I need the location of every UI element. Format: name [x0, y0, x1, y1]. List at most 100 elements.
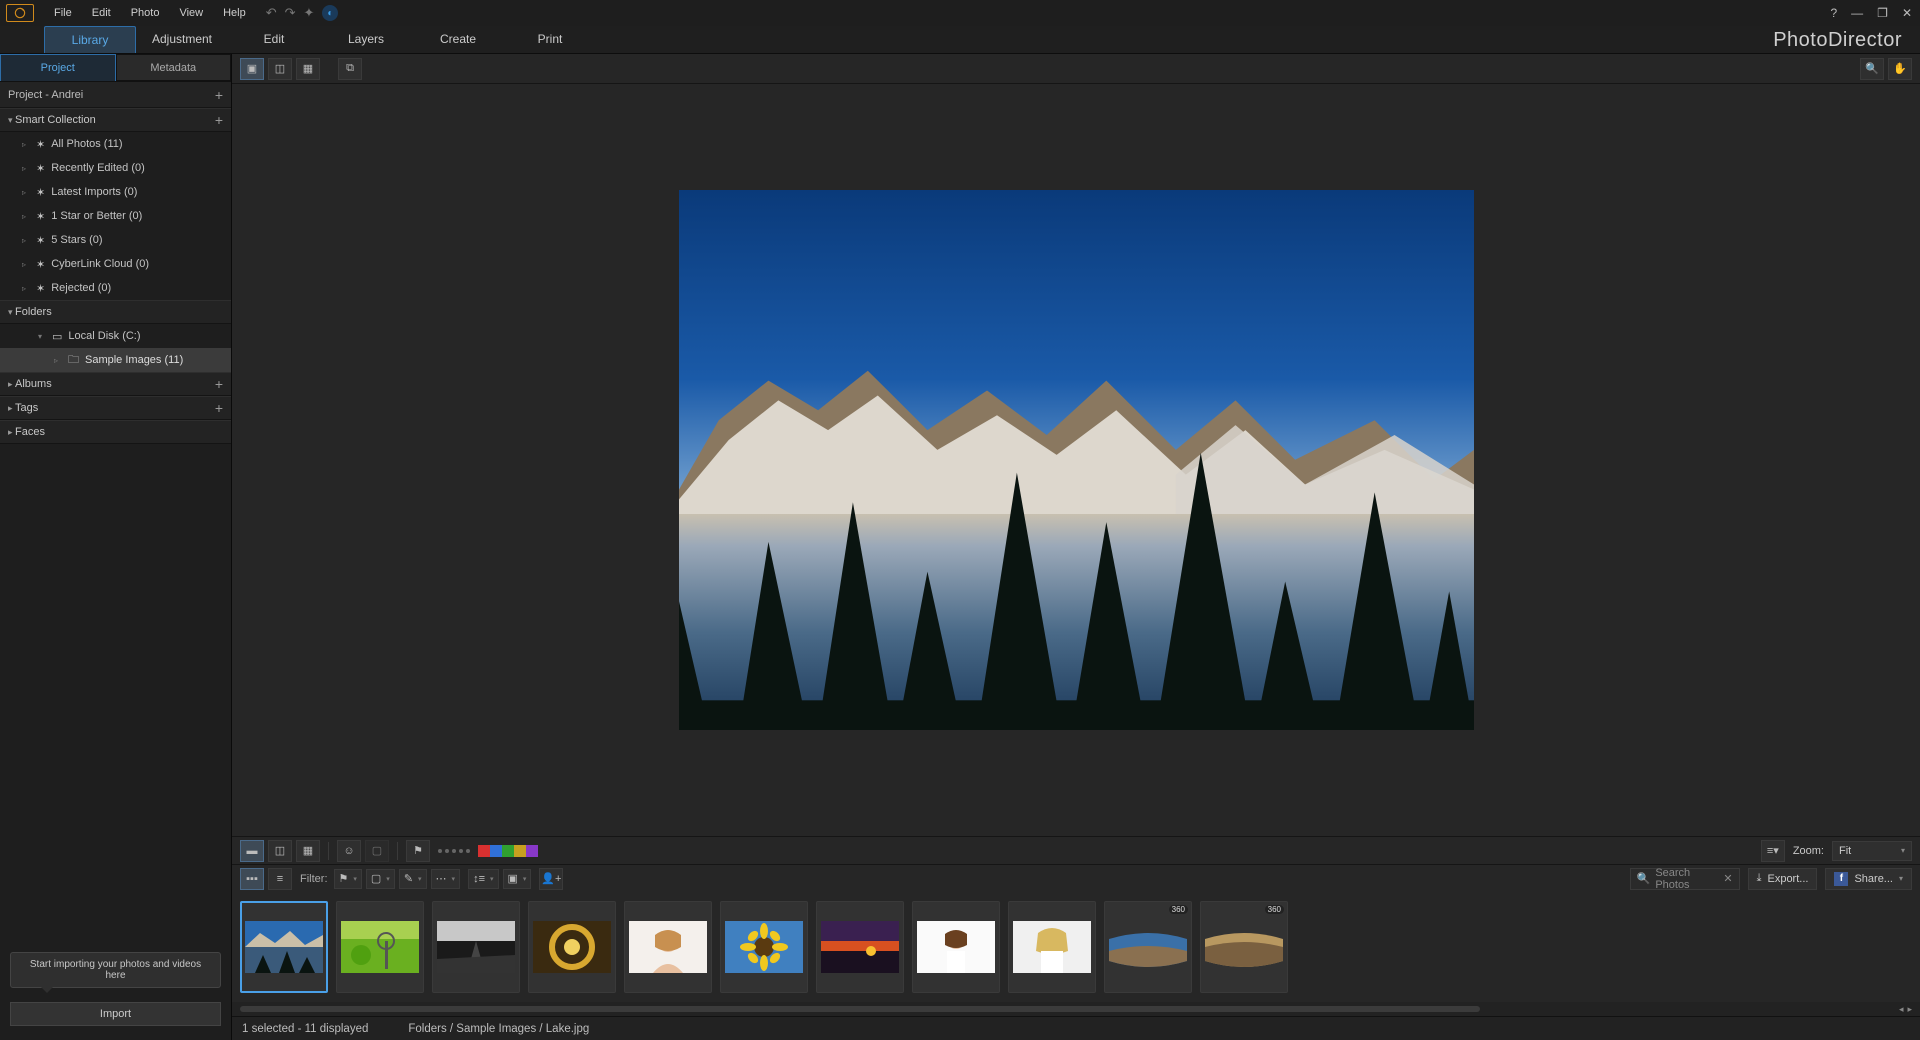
- tab-edit[interactable]: Edit: [228, 26, 320, 53]
- color-labels[interactable]: [478, 845, 538, 857]
- section-folders[interactable]: Folders: [0, 300, 231, 324]
- thumbnail[interactable]: [720, 901, 808, 993]
- crop-icon[interactable]: ▢: [365, 840, 389, 862]
- color-swatch[interactable]: [514, 845, 526, 857]
- thumb-small-icon[interactable]: ▪▪▪: [240, 868, 264, 890]
- menu-edit[interactable]: Edit: [82, 0, 121, 26]
- section-smart-collection[interactable]: Smart Collection +: [0, 108, 231, 132]
- filter-label-dd[interactable]: ▢: [366, 869, 395, 889]
- search-tool-icon[interactable]: 🔍: [1860, 58, 1884, 80]
- menu-file[interactable]: File: [44, 0, 82, 26]
- subtab-metadata[interactable]: Metadata: [116, 54, 232, 81]
- filter-flag[interactable]: ⚑: [334, 869, 362, 889]
- thumbnail[interactable]: [1008, 901, 1096, 993]
- smart-item[interactable]: ▹✶1 Star or Better (0): [0, 204, 231, 228]
- color-swatch[interactable]: [478, 845, 490, 857]
- settings-icon[interactable]: ✦: [304, 5, 315, 21]
- section-faces[interactable]: Faces: [0, 420, 231, 444]
- search-icon: 🔍: [1637, 872, 1651, 885]
- app-logo: [6, 4, 34, 22]
- help-icon[interactable]: ?: [1830, 6, 1837, 20]
- redo-icon[interactable]: ↷: [285, 5, 296, 21]
- add-smart-icon[interactable]: +: [215, 113, 223, 127]
- close-icon[interactable]: ✕: [1902, 6, 1912, 20]
- export-button[interactable]: ⤓Export...: [1748, 868, 1818, 890]
- smart-item[interactable]: ▹✶5 Stars (0): [0, 228, 231, 252]
- maximize-icon[interactable]: ❐: [1877, 6, 1888, 20]
- collection-icon: ✶: [36, 258, 45, 271]
- smart-item[interactable]: ▹✶Recently Edited (0): [0, 156, 231, 180]
- pano-badge: 360: [1169, 905, 1188, 914]
- view-single-icon[interactable]: ▣: [240, 58, 264, 80]
- thumbnail[interactable]: [336, 901, 424, 993]
- filter-edited[interactable]: ✎: [399, 869, 427, 889]
- add-person-icon[interactable]: 👤+: [539, 868, 563, 890]
- layout-3-icon[interactable]: ▦: [296, 840, 320, 862]
- folder-sample-images[interactable]: ▹🗀 Sample Images (11): [0, 348, 231, 372]
- section-tags[interactable]: Tags +: [0, 396, 231, 420]
- thumbnail[interactable]: [912, 901, 1000, 993]
- thumbnail[interactable]: [528, 901, 616, 993]
- smart-item[interactable]: ▹✶Rejected (0): [0, 276, 231, 300]
- menu-view[interactable]: View: [169, 0, 213, 26]
- menu-photo[interactable]: Photo: [121, 0, 170, 26]
- thumbnail[interactable]: [432, 901, 520, 993]
- thumb-list-icon[interactable]: ≡: [268, 868, 292, 890]
- tab-create[interactable]: Create: [412, 26, 504, 53]
- thumbnail[interactable]: [240, 901, 328, 993]
- thumbnail[interactable]: [816, 901, 904, 993]
- import-button[interactable]: Import: [10, 1002, 221, 1026]
- layout-1-icon[interactable]: ▬: [240, 840, 264, 862]
- photo-viewer[interactable]: [232, 84, 1920, 836]
- collection-icon: ✶: [36, 138, 45, 151]
- face-tag-icon[interactable]: ☺: [337, 840, 361, 862]
- cloud-sync-icon[interactable]: ◐: [322, 5, 338, 21]
- folder-disk[interactable]: ▾▭ Local Disk (C:): [0, 324, 231, 348]
- thumb-scrollbar[interactable]: [240, 1006, 1480, 1012]
- add-tag-icon[interactable]: +: [215, 401, 223, 415]
- color-swatch[interactable]: [502, 845, 514, 857]
- tab-adjustment[interactable]: Adjustment: [136, 26, 228, 53]
- flag-icon[interactable]: ⚑: [406, 840, 430, 862]
- thumbnail[interactable]: 360: [1104, 901, 1192, 993]
- undo-icon[interactable]: ↶: [266, 5, 277, 21]
- color-swatch[interactable]: [526, 845, 538, 857]
- scroll-right-icon[interactable]: ▸: [1907, 1004, 1912, 1015]
- menu-help[interactable]: Help: [213, 0, 256, 26]
- filter-more[interactable]: ⋯: [431, 869, 461, 889]
- thumbnail[interactable]: [624, 901, 712, 993]
- folder-icon: 🗀: [68, 351, 79, 370]
- zoom-select[interactable]: Fit: [1832, 841, 1912, 861]
- color-swatch[interactable]: [490, 845, 502, 857]
- main-photo: [679, 190, 1474, 730]
- share-button[interactable]: f Share...▾: [1825, 868, 1912, 890]
- search-input[interactable]: 🔍 Search Photos ✕: [1630, 868, 1740, 890]
- add-project-icon[interactable]: +: [215, 88, 223, 102]
- thumbnail[interactable]: 360: [1200, 901, 1288, 993]
- clear-search-icon[interactable]: ✕: [1723, 872, 1732, 885]
- tab-print[interactable]: Print: [504, 26, 596, 53]
- smart-item[interactable]: ▹✶Latest Imports (0): [0, 180, 231, 204]
- tab-library[interactable]: Library: [44, 26, 136, 53]
- filter-sort[interactable]: ↕≡: [468, 869, 498, 889]
- section-albums[interactable]: Albums +: [0, 372, 231, 396]
- subtab-project[interactable]: Project: [0, 54, 116, 81]
- tab-layers[interactable]: Layers: [320, 26, 412, 53]
- view-grid-icon[interactable]: ▦: [296, 58, 320, 80]
- view-compare-icon[interactable]: ◫: [268, 58, 292, 80]
- filter-stack[interactable]: ▣: [503, 869, 532, 889]
- add-album-icon[interactable]: +: [215, 377, 223, 391]
- smart-item[interactable]: ▹✶All Photos (11): [0, 132, 231, 156]
- view-secondary-icon[interactable]: ⧉: [338, 58, 362, 80]
- minimize-icon[interactable]: —: [1851, 6, 1863, 20]
- scroll-left-icon[interactable]: ◂: [1899, 1004, 1904, 1015]
- collection-icon: ✶: [36, 186, 45, 199]
- pano-badge: 360: [1265, 905, 1284, 914]
- collection-icon: ✶: [36, 162, 45, 175]
- rating-dots[interactable]: [434, 849, 474, 853]
- hand-tool-icon[interactable]: ✋: [1888, 58, 1912, 80]
- import-tooltip: Start importing your photos and videos h…: [10, 952, 221, 988]
- sort-icon[interactable]: ≡▾: [1761, 840, 1785, 862]
- smart-item[interactable]: ▹✶CyberLink Cloud (0): [0, 252, 231, 276]
- layout-2-icon[interactable]: ◫: [268, 840, 292, 862]
